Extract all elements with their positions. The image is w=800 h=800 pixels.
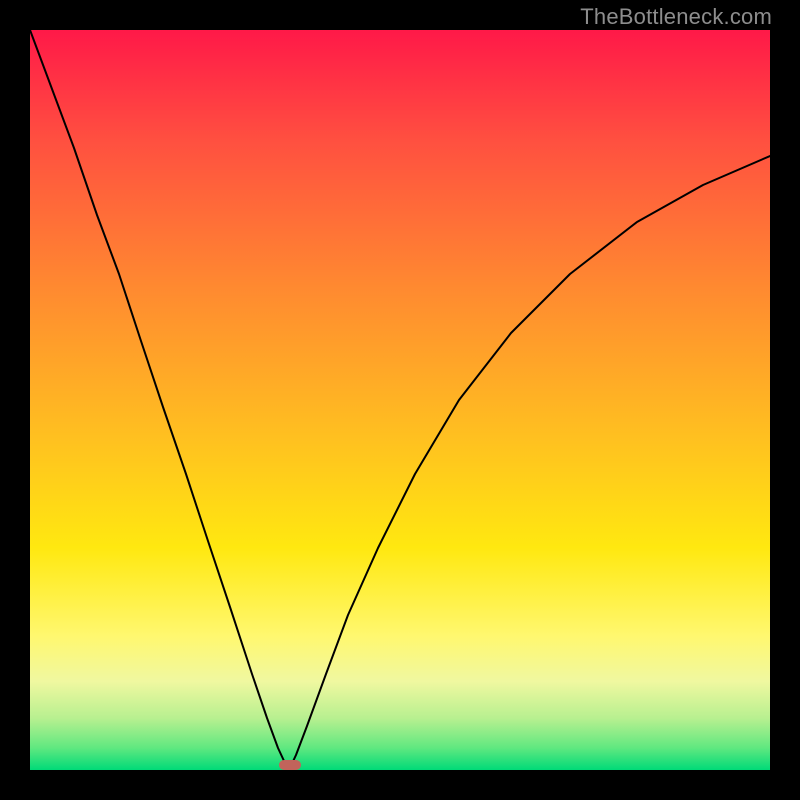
bottleneck-curve	[30, 30, 770, 770]
curve-layer	[30, 30, 770, 770]
plot-area	[30, 30, 770, 770]
watermark-text: TheBottleneck.com	[580, 4, 772, 30]
optimum-marker	[279, 760, 301, 770]
chart-frame: TheBottleneck.com	[0, 0, 800, 800]
